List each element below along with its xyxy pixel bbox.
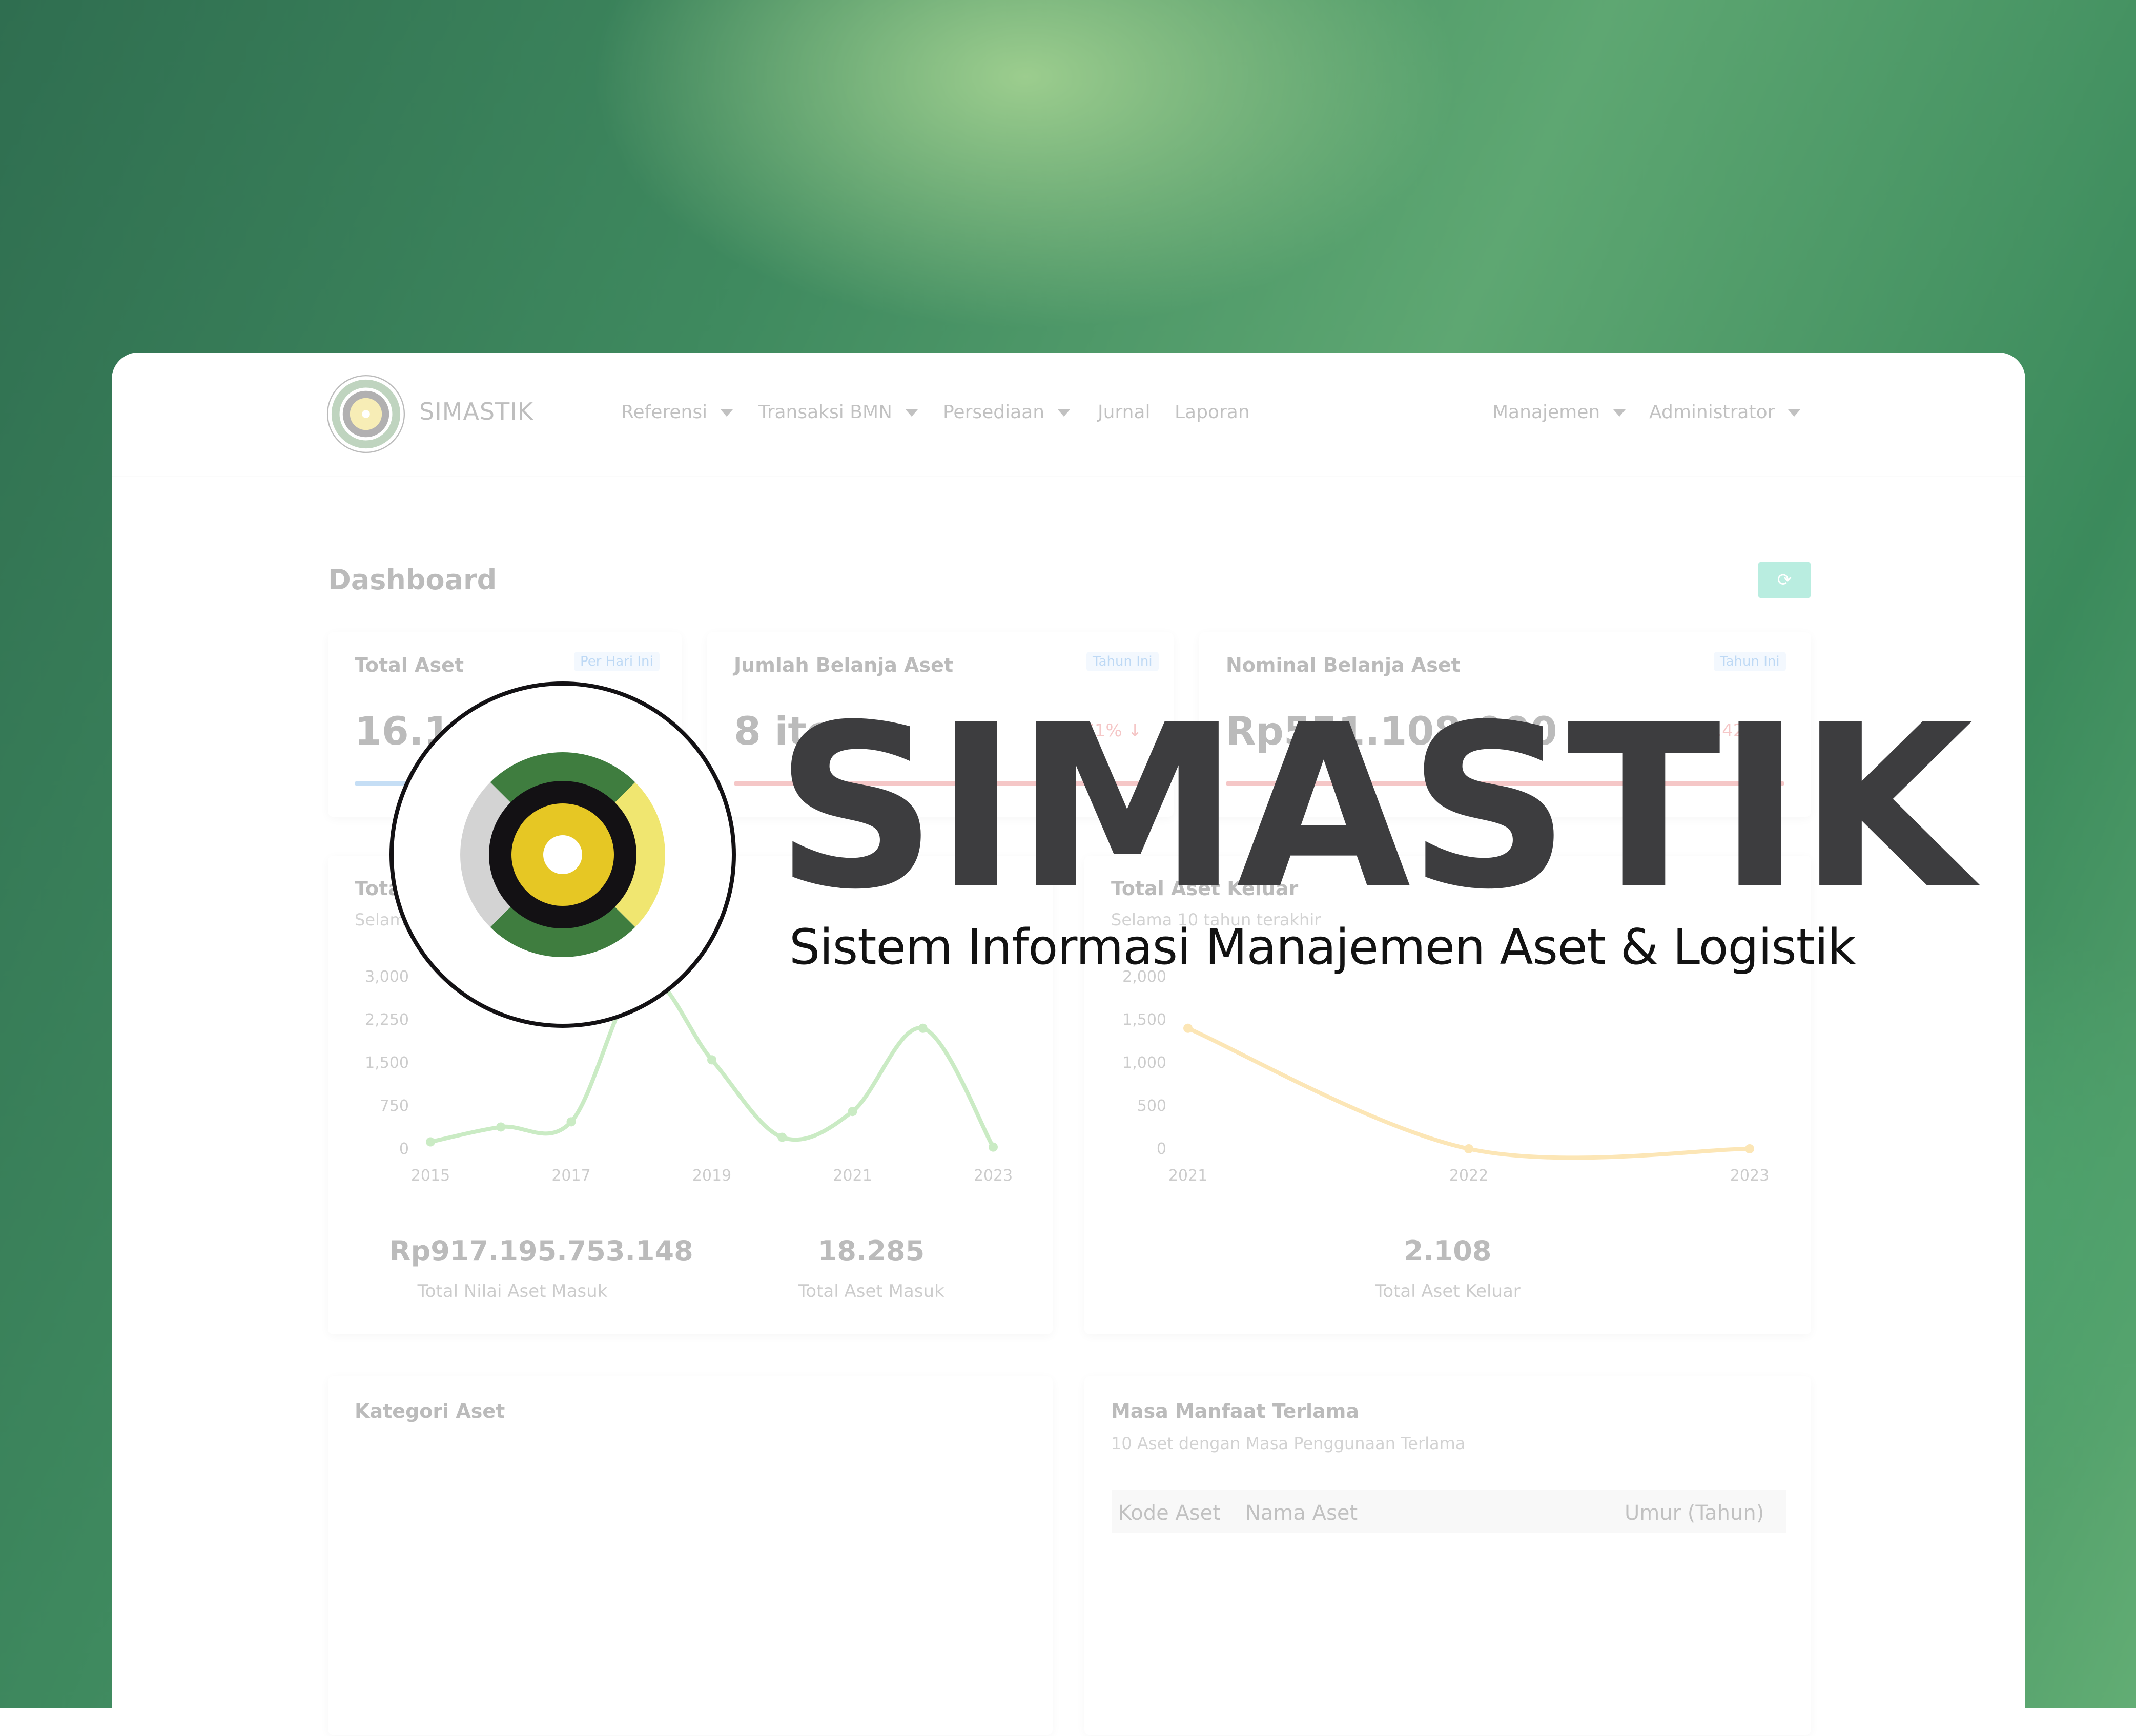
stat-label: Total Aset Keluar: [1375, 1281, 1521, 1301]
data-point[interactable]: [777, 1132, 787, 1142]
x-tick-label: 2019: [692, 1167, 731, 1185]
nav-label: Persediaan: [943, 402, 1045, 423]
data-point[interactable]: [707, 1055, 716, 1065]
data-point[interactable]: [848, 1107, 857, 1117]
panel-masa-manfaat: Masa Manfaat Terlama 10 Aset dengan Masa…: [1084, 1376, 1811, 1735]
simastik-emblem-icon: [389, 681, 736, 1028]
brand-wordmark: SIMASTIK: [775, 676, 1974, 939]
nav-jurnal[interactable]: Jurnal: [1098, 402, 1150, 423]
data-point[interactable]: [918, 1023, 928, 1033]
nav-administrator[interactable]: Administrator: [1649, 402, 1801, 423]
card-title: Nominal Belanja Aset: [1226, 654, 1461, 676]
nav-persediaan[interactable]: Persediaan: [943, 402, 1071, 423]
x-tick-label: 2015: [411, 1167, 450, 1185]
period-badge: Per Hari Ini: [574, 652, 660, 671]
y-tick-label: 1,500: [365, 1054, 409, 1072]
column-header[interactable]: Kode Aset: [1118, 1501, 1221, 1525]
card-title: Jumlah Belanja Aset: [734, 654, 954, 676]
period-badge: Tahun Ini: [1086, 652, 1159, 671]
y-tick-label: 0: [399, 1140, 409, 1158]
y-tick-label: 750: [380, 1097, 409, 1115]
nav-label: Referensi: [621, 402, 708, 423]
chevron-down-icon: [1613, 409, 1626, 417]
data-point[interactable]: [566, 1117, 576, 1127]
stat-total-keluar: 2.108: [1404, 1235, 1492, 1267]
stat-label: Total Aset Masuk: [798, 1281, 944, 1301]
panel-title: Kategori Aset: [355, 1400, 505, 1422]
data-point[interactable]: [1183, 1023, 1193, 1033]
column-header[interactable]: Umur (Tahun): [1625, 1501, 1764, 1525]
y-tick-label: 0: [1157, 1140, 1166, 1158]
data-point[interactable]: [989, 1142, 998, 1152]
panel-title: Masa Manfaat Terlama: [1111, 1400, 1359, 1422]
brand-tagline: Sistem Informasi Manajemen Aset & Logist…: [789, 919, 1856, 976]
x-tick-label: 2023: [1730, 1167, 1769, 1185]
chevron-down-icon: [721, 409, 733, 417]
y-tick-label: 1,500: [1122, 1011, 1166, 1029]
nav-transaksi-bmn[interactable]: Transaksi BMN: [758, 402, 918, 423]
nav-label: Administrator: [1649, 402, 1775, 423]
app-window: SIMASTIK Referensi Transaksi BMN Persedi…: [112, 353, 2025, 1736]
page-title: Dashboard: [328, 564, 497, 596]
table-header: Kode Aset Nama Aset Umur (Tahun): [1112, 1490, 1786, 1533]
nav-manajemen[interactable]: Manajemen: [1492, 402, 1626, 423]
y-tick-label: 1,000: [1122, 1054, 1166, 1072]
series-line: [1187, 1026, 1750, 1160]
x-tick-label: 2022: [1449, 1167, 1488, 1185]
nav-laporan[interactable]: Laporan: [1175, 402, 1250, 423]
stat-label: Total Nilai Aset Masuk: [417, 1281, 608, 1301]
top-navbar: SIMASTIK Referensi Transaksi BMN Persedi…: [112, 353, 2025, 477]
card-title: Total Aset: [355, 654, 464, 676]
x-tick-label: 2021: [1168, 1167, 1207, 1185]
x-tick-label: 2023: [974, 1167, 1013, 1185]
nav-brand[interactable]: SIMASTIK: [419, 398, 533, 425]
nav-label: Transaksi BMN: [758, 402, 892, 423]
panel-kategori-aset: Kategori Aset: [328, 1376, 1053, 1735]
panel-subtitle: 10 Aset dengan Masa Penggunaan Terlama: [1111, 1434, 1466, 1453]
stat-total-nilai-masuk: Rp917.195.753.148: [389, 1235, 693, 1267]
chevron-down-icon: [905, 409, 918, 417]
nav-label: Jurnal: [1098, 402, 1151, 423]
stat-total-masuk: 18.285: [817, 1235, 925, 1267]
data-point[interactable]: [1745, 1144, 1754, 1153]
simastik-logo-icon[interactable]: [326, 374, 406, 454]
x-tick-label: 2017: [551, 1167, 590, 1185]
refresh-button[interactable]: ⟳: [1758, 562, 1811, 598]
data-point[interactable]: [496, 1122, 506, 1132]
data-point[interactable]: [426, 1137, 435, 1147]
refresh-icon: ⟳: [1777, 570, 1792, 590]
chevron-down-icon: [1058, 409, 1071, 417]
x-tick-label: 2021: [833, 1167, 872, 1185]
nav-label: Laporan: [1175, 402, 1250, 423]
data-point[interactable]: [1464, 1144, 1473, 1153]
chevron-down-icon: [1788, 409, 1801, 417]
nav-referensi[interactable]: Referensi: [621, 402, 733, 423]
y-tick-label: 500: [1137, 1097, 1166, 1115]
column-header[interactable]: Nama Aset: [1245, 1501, 1358, 1525]
period-badge: Tahun Ini: [1714, 652, 1786, 671]
nav-label: Manajemen: [1492, 402, 1600, 423]
